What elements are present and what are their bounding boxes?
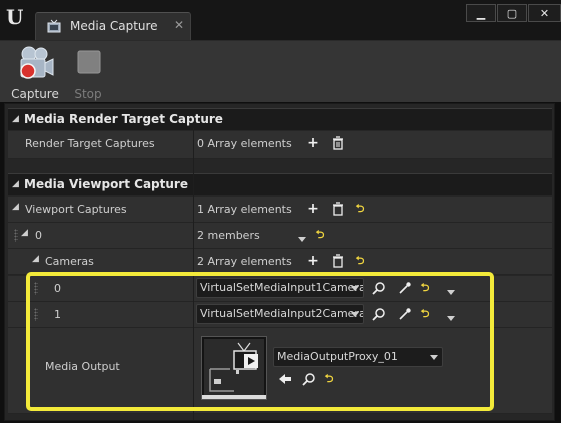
reset-to-default-icon[interactable]: ⮌ bbox=[353, 202, 367, 216]
maximize-button[interactable]: ▢ bbox=[497, 4, 527, 22]
tab-media-capture[interactable]: Media Capture ✕ bbox=[35, 12, 191, 40]
render-target-captures-value: 0 Array elements bbox=[197, 137, 292, 150]
close-icon: ✕ bbox=[539, 6, 550, 20]
title-bar: U Media Capture ✕ ▁ ▢ ✕ bbox=[0, 0, 561, 40]
section-title: Media Viewport Capture bbox=[24, 177, 188, 191]
section-title: Media Render Target Capture bbox=[24, 112, 223, 126]
toolbar: Capture Stop bbox=[0, 40, 561, 102]
capture-button[interactable]: Capture bbox=[10, 45, 60, 101]
viewport-captures-value: 1 Array elements bbox=[197, 203, 292, 216]
expand-arrow-icon[interactable]: ◢ bbox=[21, 228, 28, 238]
expand-arrow-icon[interactable]: ◢ bbox=[32, 254, 39, 264]
cameras-value: 2 Array elements bbox=[197, 255, 292, 268]
highlight-frame bbox=[26, 272, 494, 411]
section-media-render-target-capture[interactable]: ◢ Media Render Target Capture bbox=[8, 108, 552, 130]
close-window-button[interactable]: ✕ bbox=[528, 4, 561, 22]
tab-close-icon[interactable]: ✕ bbox=[174, 18, 184, 32]
expand-arrow-icon[interactable]: ◢ bbox=[12, 202, 19, 212]
render-target-captures-label: Render Target Captures bbox=[25, 137, 155, 150]
window-controls: ▁ ▢ ✕ bbox=[466, 4, 561, 22]
drag-grip-icon[interactable] bbox=[14, 229, 18, 242]
add-element-icon[interactable]: + bbox=[306, 136, 320, 150]
ue-logo-icon: U bbox=[6, 5, 24, 29]
maximize-icon: ▢ bbox=[506, 6, 518, 20]
minimize-icon: ▁ bbox=[476, 6, 486, 20]
dropdown-arrow-icon[interactable] bbox=[295, 232, 309, 246]
media-capture-tab-icon bbox=[47, 19, 61, 33]
viewport-captures-label: Viewport Captures bbox=[25, 203, 127, 216]
viewport-capture-item-0-row: ◢ 0 2 members ⮌ bbox=[8, 223, 552, 249]
capture-icon bbox=[20, 46, 54, 79]
cameras-label: Cameras bbox=[45, 255, 94, 268]
stop-label: Stop bbox=[74, 87, 102, 101]
reset-to-default-icon[interactable]: ⮌ bbox=[353, 254, 367, 268]
stop-icon bbox=[77, 50, 101, 74]
section-media-viewport-capture[interactable]: ◢ Media Viewport Capture bbox=[8, 173, 552, 195]
collapse-arrow-icon: ◢ bbox=[12, 114, 19, 124]
tab-title: Media Capture bbox=[70, 19, 158, 33]
reset-to-default-icon[interactable]: ⮌ bbox=[313, 228, 327, 242]
delete-icon[interactable] bbox=[331, 202, 345, 216]
collapse-arrow-icon: ◢ bbox=[12, 179, 19, 189]
add-element-icon[interactable]: + bbox=[306, 254, 320, 268]
capture-label: Capture bbox=[11, 87, 59, 101]
stop-button[interactable]: Stop bbox=[63, 45, 113, 101]
add-element-icon[interactable]: + bbox=[306, 202, 320, 216]
delete-icon[interactable] bbox=[331, 136, 345, 150]
viewport-captures-row: ◢ Viewport Captures 1 Array elements + ⮌ bbox=[8, 197, 552, 223]
item-0-value: 2 members bbox=[197, 229, 260, 242]
minimize-button[interactable]: ▁ bbox=[466, 4, 496, 22]
item-0-label: 0 bbox=[35, 229, 42, 242]
delete-icon[interactable] bbox=[331, 254, 345, 268]
render-target-captures-row: Render Target Captures 0 Array elements … bbox=[8, 131, 552, 159]
